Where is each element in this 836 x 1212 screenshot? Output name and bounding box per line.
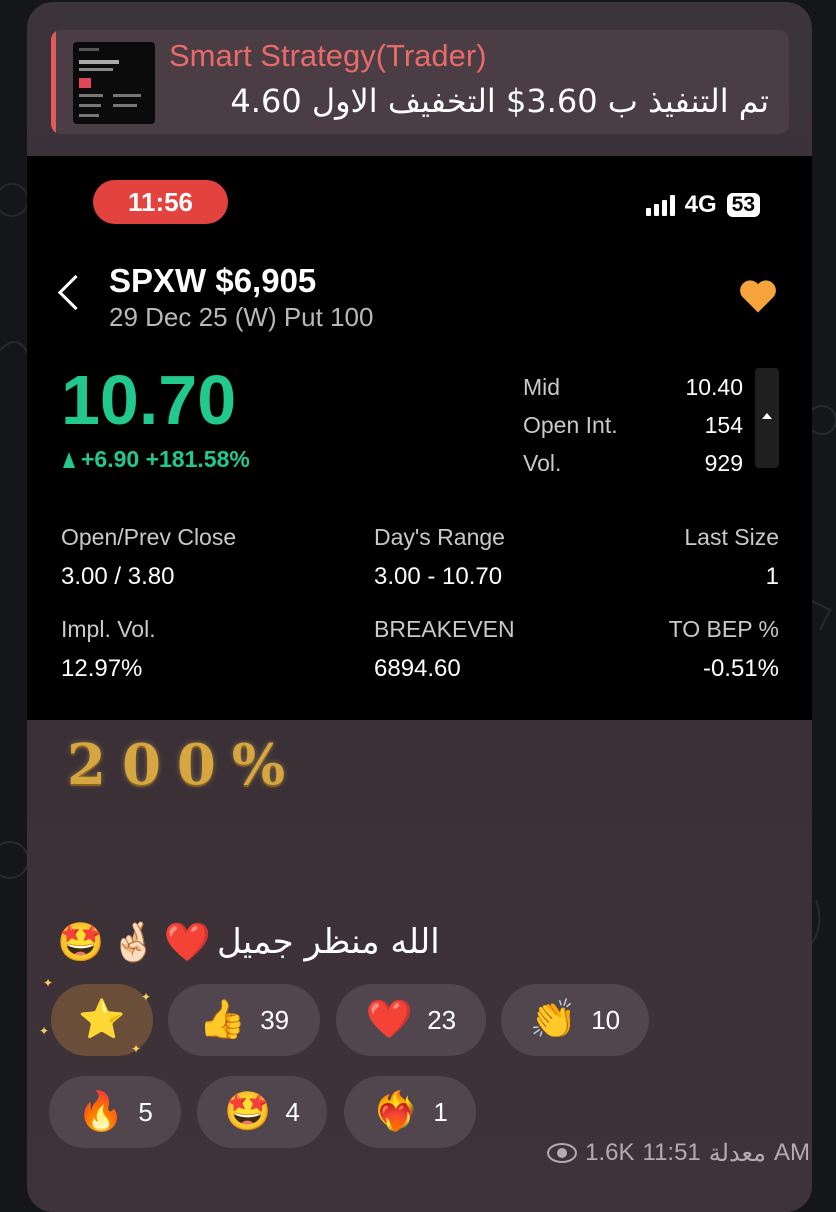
stat-value: 12.97% (61, 655, 143, 682)
open-int-value: 154 (704, 411, 743, 438)
mid-value: 10.40 (685, 373, 743, 400)
stat-impl-vol: Impl. Vol. 12.97% (61, 616, 156, 683)
open-int-label: Open Int. (523, 411, 618, 438)
price-change-text: +6.90 +181.58% (81, 446, 250, 472)
last-price: 10.70 (61, 361, 237, 439)
crossed-fingers-emoji: 🤞🏻 (110, 920, 158, 964)
contract-subtitle: 29 Dec 25 (W) Put 100 (109, 302, 374, 332)
heart-emoji-icon: ❤️ (365, 999, 414, 1041)
thumbs-up-icon: 👍 (198, 999, 247, 1041)
stat-label: TO BEP % (668, 616, 779, 642)
reaction-count: 1 (433, 1096, 448, 1127)
reaction-count: 23 (427, 1004, 457, 1035)
reply-preview[interactable]: Smart Strategy(Trader) تم التنفيذ ب 3.60… (51, 30, 789, 134)
side-row-vol: Vol. 929 (523, 444, 743, 482)
sparkle-icon: ✦ (141, 990, 152, 1004)
stat-to-bep: TO BEP % -0.51% (669, 616, 779, 683)
stat-days-range: Day's Range 3.00 - 10.70 (374, 524, 505, 591)
stat-label: Impl. Vol. (61, 616, 156, 642)
vol-value: 929 (704, 449, 743, 476)
reply-text: تم التنفيذ ب 3.60$ التخفيف الاول 4.60 (230, 82, 769, 120)
view-count: 1.6K (585, 1139, 635, 1166)
vol-label: Vol. (523, 449, 562, 476)
expand-toggle[interactable] (755, 368, 779, 468)
edited-label: معدلة (708, 1139, 766, 1167)
stat-value: 3.00 / 3.80 (61, 563, 175, 590)
heart-icon[interactable] (736, 274, 780, 318)
red-heart-emoji: ❤️ (163, 920, 211, 964)
stat-value: -0.51% (702, 655, 779, 682)
stat-last-size: Last Size 1 (684, 524, 779, 591)
reaction-heart-on-fire[interactable]: ❤️‍🔥 1 (344, 1076, 476, 1148)
ticker-title: SPXW $6,905 (109, 262, 317, 299)
reaction-fire[interactable]: 🔥 5 (49, 1076, 181, 1148)
reaction-count: 5 (138, 1096, 153, 1127)
sparkle-icon: ✦ (131, 1042, 142, 1056)
stat-label: Last Size (684, 524, 779, 550)
eye-icon (547, 1143, 578, 1163)
reply-thumbnail (73, 42, 155, 124)
clapping-hands-icon: 👏 (529, 999, 578, 1041)
reaction-star-struck[interactable]: 🤩 4 (197, 1076, 327, 1148)
star-struck-emoji: 🤩 (57, 920, 105, 964)
screenshot-image[interactable]: 11:56 4G 53 SPXW $6,905 29 Dec 25 (W) Pu… (27, 156, 812, 720)
reaction-count: 39 (260, 1004, 290, 1035)
stat-value: 6894.60 (374, 655, 461, 682)
time-ampm: AM (774, 1139, 810, 1166)
message-text: الله منظر جميل (216, 922, 440, 962)
message-text-row: 🤩 🤞🏻 ❤️ الله منظر جميل (57, 912, 440, 972)
stat-breakeven: BREAKEVEN 6894.60 (374, 616, 515, 683)
message-meta: 1.6K 11:51 معدلة AM (547, 1138, 810, 1168)
reply-accent-bar (51, 30, 56, 134)
caret-up-icon (762, 413, 772, 419)
side-row-mid: Mid 10.40 (523, 368, 743, 406)
network-label: 4G (684, 191, 717, 218)
stat-open-prev: Open/Prev Close 3.00 / 3.80 (61, 524, 236, 591)
stat-value: 1 (765, 563, 779, 590)
stat-label: BREAKEVEN (374, 616, 515, 642)
reaction-count: 10 (591, 1004, 621, 1035)
status-bar-right: 4G 53 (645, 191, 760, 218)
reaction-clap[interactable]: 👏 10 (501, 984, 649, 1056)
message-bubble: Smart Strategy(Trader) تم التنفيذ ب 3.60… (27, 2, 812, 1212)
heart-on-fire-icon: ❤️‍🔥 (372, 1091, 420, 1133)
side-row-open-int: Open Int. 154 (523, 406, 743, 444)
reaction-thumbs-up[interactable]: 👍 39 (168, 984, 320, 1056)
price-change: +6.90 +181.58% (63, 446, 250, 473)
gold-percent-text: 200% (67, 732, 302, 798)
fire-icon: 🔥 (77, 1091, 125, 1133)
sparkle-icon: ✦ (43, 976, 54, 990)
mid-label: Mid (523, 373, 561, 400)
star-icon: ⭐ (78, 999, 126, 1041)
battery-icon: 53 (726, 193, 760, 217)
back-icon[interactable] (57, 274, 94, 311)
message-time: 11:51 (642, 1139, 701, 1166)
reply-sender: Smart Strategy(Trader) (169, 38, 487, 73)
signal-icon (645, 194, 675, 216)
reaction-heart[interactable]: ❤️ 23 (336, 984, 486, 1056)
status-time: 11:56 (93, 180, 228, 224)
stat-label: Day's Range (374, 524, 505, 550)
star-struck-icon: 🤩 (224, 1091, 272, 1133)
reaction-count: 4 (285, 1096, 300, 1127)
stat-label: Open/Prev Close (61, 524, 237, 550)
up-arrow-icon (63, 452, 75, 468)
reaction-star[interactable]: ⭐ ✦ ✦ ✦ ✦ (39, 976, 153, 1056)
sparkle-icon: ✦ (39, 1024, 50, 1038)
stat-value: 3.00 - 10.70 (374, 563, 503, 590)
quote-side-panel: Mid 10.40 Open Int. 154 Vol. 929 (523, 368, 743, 482)
